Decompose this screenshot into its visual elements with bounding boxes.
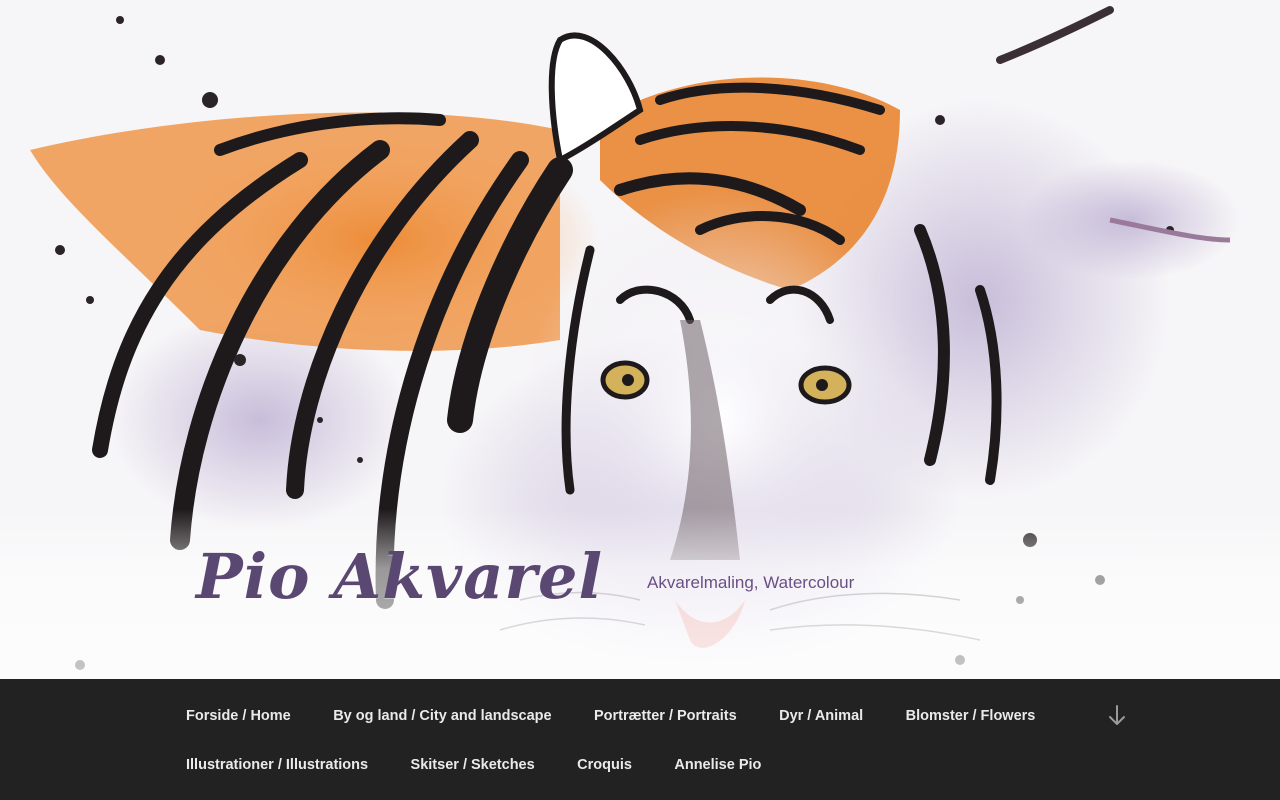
site-description: Akvarelmaling, Watercolour	[647, 572, 855, 592]
nav-item-label[interactable]: Blomster / Flowers	[906, 708, 1036, 724]
site-branding: Pio Akvarel Akvarelmaling, Watercolour	[196, 540, 854, 613]
nav-item-label[interactable]: Dyr / Animal	[779, 708, 863, 724]
nav-item-city-landscape[interactable]: By og land / City and landscape	[314, 696, 570, 745]
nav-item-label[interactable]: Skitser / Sketches	[411, 757, 535, 773]
nav-item-label[interactable]: Portrætter / Portraits	[594, 708, 737, 724]
nav-item-animal[interactable]: Dyr / Animal	[760, 696, 882, 745]
arrow-down-icon[interactable]	[1105, 703, 1129, 729]
nav-item-sketches[interactable]: Skitser / Sketches	[392, 745, 554, 794]
nav-item-croquis[interactable]: Croquis	[558, 745, 651, 794]
site-title[interactable]: Pio Akvarel	[196, 540, 603, 613]
nav-item-flowers[interactable]: Blomster / Flowers	[887, 696, 1055, 745]
header-hero: Pio Akvarel Akvarelmaling, Watercolour	[0, 0, 1280, 679]
nav-item-home[interactable]: Forside / Home	[167, 696, 310, 745]
nav-item-label[interactable]: Illustrationer / Illustrations	[186, 757, 368, 773]
nav-item-label[interactable]: By og land / City and landscape	[333, 708, 551, 724]
nav-item-illustrations[interactable]: Illustrationer / Illustrations	[167, 745, 387, 794]
nav-item-portraits[interactable]: Portrætter / Portraits	[575, 696, 756, 745]
nav-menu: Forside / Home By og land / City and lan…	[167, 696, 1097, 794]
main-navigation: Forside / Home By og land / City and lan…	[0, 679, 1280, 800]
nav-item-annelise-pio[interactable]: Annelise Pio	[655, 745, 780, 794]
nav-item-label[interactable]: Annelise Pio	[674, 757, 761, 773]
nav-item-label[interactable]: Croquis	[577, 757, 632, 773]
nav-item-label[interactable]: Forside / Home	[186, 708, 291, 724]
